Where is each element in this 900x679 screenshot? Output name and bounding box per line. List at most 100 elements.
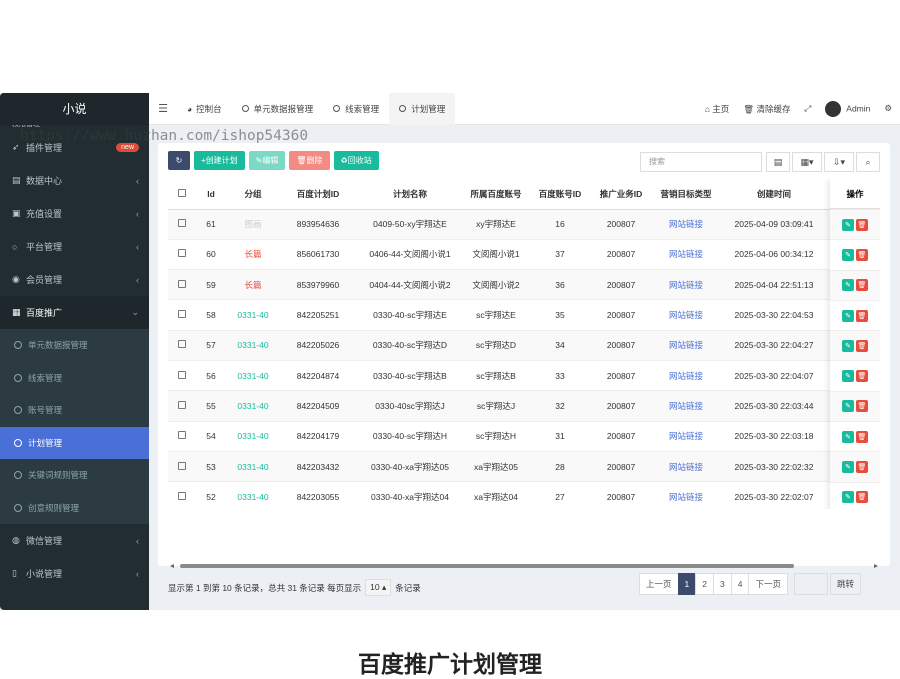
delete-row-button[interactable]: 🗑 <box>856 339 868 352</box>
tab-leads[interactable]: 线索管理 <box>323 93 389 125</box>
jump-page-input[interactable] <box>793 573 828 595</box>
page-3-button[interactable]: 3 <box>712 573 732 595</box>
delete-row-button[interactable]: 🗑 <box>856 370 868 383</box>
cell-target-link[interactable]: 网站链接 <box>650 390 722 422</box>
cell-target-link[interactable]: 网站链接 <box>650 329 722 361</box>
edit-row-button[interactable]: ✎ <box>842 400 854 413</box>
cell-target-link[interactable]: 网站链接 <box>650 299 722 331</box>
refresh-button[interactable]: ↻ <box>168 151 190 170</box>
row-actions: ✎ 🗑 <box>830 481 880 509</box>
delete-row-button[interactable]: 🗑 <box>856 400 868 413</box>
sidebar-subitem-2[interactable]: 账号管理 <box>0 394 149 427</box>
fullscreen-icon[interactable]: ⤢ <box>804 103 811 114</box>
create-plan-button[interactable]: + 创建计划 <box>194 151 245 170</box>
clear-cache-button[interactable]: 🗑 清除缓存 <box>743 103 790 115</box>
edit-row-button[interactable]: ✎ <box>842 491 854 504</box>
column-header[interactable]: 推广业务ID <box>592 179 650 210</box>
ring-icon <box>399 105 407 112</box>
tab-unit-report[interactable]: 单元数据报管理 <box>232 93 324 125</box>
user-menu[interactable]: Admin <box>825 100 870 117</box>
row-checkbox[interactable] <box>168 359 196 391</box>
sidebar-subitem-3[interactable]: 计划管理 <box>0 426 149 459</box>
horizontal-scrollbar[interactable] <box>168 562 880 570</box>
cell-target-link[interactable]: 网站链接 <box>650 450 722 482</box>
sidebar-item-4[interactable]: ◉ 会员管理 ‹ <box>0 263 149 296</box>
cell-target-link[interactable]: 网站链接 <box>650 208 722 240</box>
delete-row-button[interactable]: 🗑 <box>856 218 868 231</box>
edit-row-button[interactable]: ✎ <box>842 461 854 474</box>
cell-account-id: 32 <box>528 390 592 422</box>
cell-target-link[interactable]: 网站链接 <box>650 238 722 270</box>
row-checkbox[interactable] <box>168 299 196 331</box>
delete-button[interactable]: 🗑 删除 <box>289 151 330 170</box>
sidebar-subitem-0[interactable]: 单元数据报管理 <box>0 329 149 362</box>
row-checkbox[interactable] <box>168 481 196 509</box>
delete-row-button[interactable]: 🗑 <box>856 248 868 261</box>
column-header[interactable]: 分组 <box>226 179 280 210</box>
cell-account-id: 33 <box>528 359 592 391</box>
edit-row-button[interactable]: ✎ <box>842 248 854 261</box>
sidebar-item-2[interactable]: ▣ 充值设置 ‹ <box>0 197 149 230</box>
column-header[interactable]: Id <box>196 179 226 210</box>
jump-button[interactable]: 跳转 <box>829 573 861 595</box>
sidebar-item-5[interactable]: ▦ 百度推广 ⌄ <box>0 296 149 329</box>
recycle-bin-button[interactable]: ♻ 回收站 <box>333 151 379 170</box>
page-4-button[interactable]: 4 <box>730 573 750 595</box>
column-header[interactable]: 百度账号ID <box>528 179 592 210</box>
sidebar-subitem-5[interactable]: 创意规则管理 <box>0 491 149 524</box>
delete-row-button[interactable]: 🗑 <box>856 430 868 443</box>
row-checkbox[interactable] <box>168 329 196 361</box>
delete-row-button[interactable]: 🗑 <box>856 279 868 292</box>
cell-target-link[interactable]: 网站链接 <box>650 420 722 452</box>
cell-created-time: 2025-03-30 22:04:53 <box>722 299 826 331</box>
delete-row-button[interactable]: 🗑 <box>856 461 868 474</box>
page-2-button[interactable]: 2 <box>695 573 714 595</box>
menu-toggle-icon[interactable]: ☰ <box>149 102 177 115</box>
row-checkbox[interactable] <box>168 208 196 240</box>
column-header[interactable]: 计划名称 <box>356 179 464 210</box>
edit-row-button[interactable]: ✎ <box>842 309 854 322</box>
select-all-checkbox[interactable] <box>168 179 196 210</box>
tab-plan[interactable]: 计划管理 <box>389 92 456 125</box>
row-checkbox[interactable] <box>168 450 196 482</box>
cell-target-link[interactable]: 网站链接 <box>650 269 722 300</box>
sidebar-item-1[interactable]: ▤ 数据中心 ‹ <box>0 164 149 197</box>
edit-row-button[interactable]: ✎ <box>842 370 854 383</box>
sidebar-subitem-4[interactable]: 关键词规则管理 <box>0 459 149 492</box>
tab-dashboard[interactable]: ◕ 控制台 <box>177 93 232 125</box>
sidebar-subitem-1[interactable]: 线索管理 <box>0 361 149 394</box>
column-header[interactable]: 所属百度账号 <box>464 179 528 210</box>
cell-account: sc宇翔达B <box>464 359 528 391</box>
next-page-button[interactable]: 下一页 <box>748 573 788 595</box>
delete-row-button[interactable]: 🗑 <box>856 491 868 504</box>
page-1-button[interactable]: 1 <box>677 573 697 595</box>
cell-target-link[interactable]: 网站链接 <box>650 359 722 391</box>
sidebar-bottom-item-0[interactable]: ◍ 微信管理 ‹ <box>0 524 149 557</box>
row-checkbox[interactable] <box>168 238 196 270</box>
sidebar-item-3[interactable]: ○ 平台管理 ‹ <box>0 230 149 263</box>
search-icon[interactable]: ⌕ <box>856 152 880 172</box>
row-checkbox[interactable] <box>168 420 196 452</box>
columns-icon[interactable]: ▦▾ <box>792 152 822 172</box>
column-header[interactable]: 百度计划ID <box>280 179 356 210</box>
export-icon[interactable]: ⇩▾ <box>824 152 854 172</box>
page-size-select[interactable]: 10 ▴ <box>365 579 392 596</box>
edit-row-button[interactable]: ✎ <box>842 279 854 292</box>
row-checkbox[interactable] <box>168 269 196 300</box>
edit-button[interactable]: ✎ 编辑 <box>248 151 286 170</box>
edit-row-button[interactable]: ✎ <box>842 339 854 352</box>
search-input[interactable]: 搜索 <box>640 152 762 172</box>
row-checkbox[interactable] <box>168 390 196 422</box>
edit-row-button[interactable]: ✎ <box>842 218 854 231</box>
app-frame: 小说 权限管理 ➶ 插件管理 new ▤ 数据中心 ‹ ▣ 充值设置 ‹ ○ 平… <box>0 92 900 610</box>
column-header[interactable]: 创建时间 <box>722 179 826 210</box>
toggle-view-icon[interactable]: ▤ <box>766 152 790 172</box>
prev-page-button[interactable]: 上一页 <box>639 573 679 595</box>
home-link[interactable]: ⌂ 主页 <box>705 103 730 115</box>
sidebar-bottom-item-1[interactable]: ▯ 小说管理 ‹ <box>0 557 149 590</box>
cell-target-link[interactable]: 网站链接 <box>650 481 722 509</box>
column-header[interactable]: 营销目标类型 <box>650 179 722 210</box>
settings-icon[interactable]: ⚙ <box>884 103 892 114</box>
edit-row-button[interactable]: ✎ <box>842 430 854 443</box>
delete-row-button[interactable]: 🗑 <box>856 309 868 322</box>
